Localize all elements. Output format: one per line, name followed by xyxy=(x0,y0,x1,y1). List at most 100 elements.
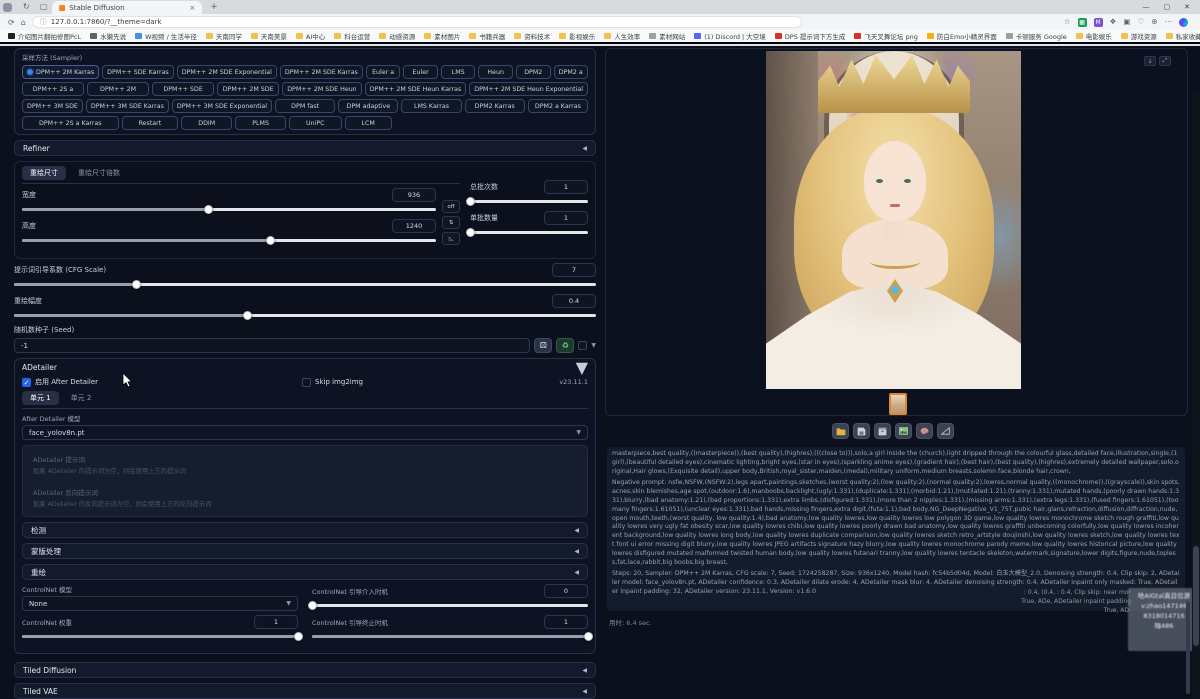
send-to-inpaint-icon[interactable] xyxy=(916,423,933,439)
controlnet-start-slider[interactable] xyxy=(312,604,588,607)
tab-unit-2[interactable]: 单元 2 xyxy=(63,391,100,405)
adetailer-accordion[interactable]: ADetailer ▼ xyxy=(22,359,588,375)
bookmark-item[interactable]: 私家收藏 xyxy=(1166,31,1200,41)
bookmark-item[interactable]: 素材网站 xyxy=(649,31,685,41)
sampler-option[interactable]: DPM++ SDE xyxy=(152,82,214,96)
sampler-option[interactable]: DPM adaptive xyxy=(338,99,398,113)
save-icon[interactable] xyxy=(853,423,870,439)
tab-unit-1[interactable]: 单元 1 xyxy=(22,391,59,405)
sampler-option[interactable]: LMS xyxy=(441,65,476,79)
detection-accordion[interactable]: 检测 ◀ xyxy=(22,522,588,538)
sampler-option[interactable]: DPM++ 2M SDE Karras xyxy=(280,65,363,79)
scrollbar-thumb[interactable] xyxy=(1193,546,1199,646)
sampler-option[interactable]: DPM fast xyxy=(275,99,335,113)
bookmark-item[interactable]: 游戏资源 xyxy=(1121,31,1157,41)
sampler-option[interactable]: DPM++ 3M SDE Exponential xyxy=(172,99,272,113)
tiled-vae-accordion[interactable]: Tiled VAE ◀ xyxy=(14,683,596,699)
sampler-option[interactable]: DPM++ 2S a xyxy=(22,82,84,96)
batch-size-value[interactable]: 1 xyxy=(544,211,588,225)
sampler-option[interactable]: DPM++ 3M SDE xyxy=(22,99,83,113)
denoise-slider[interactable] xyxy=(14,314,596,317)
favorite-star-icon[interactable]: ☆ xyxy=(1064,18,1071,26)
more-icon[interactable]: ⋯ xyxy=(1165,18,1173,26)
bookmark-item[interactable]: 影视娱乐 xyxy=(559,31,595,41)
sampler-option[interactable]: LCM xyxy=(345,116,392,130)
sampler-option[interactable]: Restart xyxy=(122,116,179,130)
cfg-slider[interactable] xyxy=(14,283,596,286)
sampler-option[interactable]: UniPC xyxy=(289,116,342,130)
site-info-icon[interactable]: ⓘ xyxy=(40,17,47,27)
bookmark-item[interactable]: 素材图片 xyxy=(424,31,460,41)
width-value[interactable]: 936 xyxy=(392,188,436,202)
info-scrollbar-thumb[interactable] xyxy=(1186,602,1190,694)
width-slider[interactable] xyxy=(22,208,436,211)
tiled-diffusion-accordion[interactable]: Tiled Diffusion ◀ xyxy=(14,662,596,678)
sampler-option[interactable]: DPM++ 2S a Karras xyxy=(22,116,119,130)
generated-image[interactable] xyxy=(766,51,1021,389)
mask-accordion[interactable]: 蒙版处理 ◀ xyxy=(22,543,588,559)
split-screen-icon[interactable]: ▣ xyxy=(1123,18,1130,26)
profile-avatar-icon[interactable] xyxy=(3,3,12,12)
bookmark-item[interactable]: 天南美景 xyxy=(251,31,287,41)
history-icon[interactable]: ❖ xyxy=(1110,18,1117,26)
extension-m-icon[interactable]: M xyxy=(1094,18,1103,27)
home-icon[interactable]: ⌂ xyxy=(21,18,26,27)
download-icon[interactable]: ↓ xyxy=(1144,56,1156,66)
swap-dimensions-icon[interactable]: ⇅ xyxy=(442,216,460,229)
denoise-value[interactable]: 0.4 xyxy=(552,294,596,308)
refiner-accordion[interactable]: Refiner ◀ xyxy=(14,140,596,156)
vertical-tabs-icon[interactable]: ▢ xyxy=(40,3,48,11)
sampler-option[interactable]: DPM++ 3M SDE Karras xyxy=(86,99,169,113)
controlnet-weight-value[interactable]: 1 xyxy=(254,615,298,629)
adetailer-prompt-textarea[interactable]: ADetailer 提示词 如果 ADetailer 的提示词为空，则会使用上方… xyxy=(29,451,581,478)
cfg-value[interactable]: 7 xyxy=(552,263,596,277)
bookmark-item[interactable]: 电影娱乐 xyxy=(1076,31,1112,41)
generation-info[interactable]: masterpiece,best quality,((masterpiece))… xyxy=(607,447,1185,611)
tab-resize-by[interactable]: 重绘尺寸倍数 xyxy=(70,166,128,180)
inpaint-accordion[interactable]: 重绘 ◀ xyxy=(22,564,588,580)
bookmark-item[interactable]: 水獭先说 xyxy=(90,31,126,41)
send-to-extras-icon[interactable] xyxy=(937,423,954,439)
bookmark-item[interactable]: 人生效率 xyxy=(604,31,640,41)
bookmark-item[interactable]: 介绍图片翻拍修图PcL xyxy=(8,31,81,41)
bookmark-item[interactable]: 飞天叉舞论坛 png xyxy=(854,31,917,41)
sampler-option[interactable]: DPM++ 2M SDE Heun xyxy=(282,82,362,96)
tab-actions-icon[interactable]: ↻ xyxy=(23,3,30,11)
fullscreen-icon[interactable]: ⤢ xyxy=(1159,56,1171,66)
sampler-option[interactable]: DPM2 a xyxy=(554,65,589,79)
controlnet-model-dropdown[interactable]: None ▼ xyxy=(22,596,298,611)
tab-resize-to[interactable]: 重绘尺寸 xyxy=(22,166,66,180)
tab-close-icon[interactable]: × xyxy=(189,4,195,12)
url-field[interactable]: ⓘ 127.0.0.1:7860/?__theme=dark xyxy=(32,16,802,28)
controlnet-end-value[interactable]: 1 xyxy=(544,615,588,629)
sampler-option[interactable]: DDIM xyxy=(181,116,232,130)
seed-input[interactable]: -1 xyxy=(14,338,530,353)
sampler-option[interactable]: Euler xyxy=(403,65,438,79)
sampler-option[interactable]: PLMS xyxy=(235,116,286,130)
new-tab-button[interactable]: + xyxy=(210,2,218,12)
sampler-option[interactable]: Heun xyxy=(478,65,513,79)
batch-count-slider[interactable] xyxy=(470,200,588,203)
maximize-button[interactable]: ▢ xyxy=(1164,3,1171,11)
save-zip-icon[interactable] xyxy=(874,423,891,439)
reuse-seed-recycle-icon[interactable]: ♻ xyxy=(556,338,574,353)
triangle-ruler-icon[interactable]: ◺ xyxy=(442,232,460,245)
copilot-icon[interactable] xyxy=(1179,18,1188,27)
bookmark-item[interactable]: W视频 / 生活半径 xyxy=(135,31,197,41)
sampler-option[interactable]: DPM++ 2M SDE Heun Karras xyxy=(365,82,467,96)
sampler-option[interactable]: DPM2 a Karras xyxy=(528,99,588,113)
aspect-off-button[interactable]: off xyxy=(442,200,460,213)
controlnet-start-value[interactable]: 0 xyxy=(544,584,588,598)
browser-tab[interactable]: Stable Diffusion × xyxy=(52,1,202,14)
open-folder-icon[interactable] xyxy=(832,423,849,439)
extra-seed-checkbox[interactable] xyxy=(578,341,587,350)
bookmark-item[interactable]: 天南同学 xyxy=(206,31,242,41)
minimize-button[interactable]: — xyxy=(1143,3,1150,11)
favorites-icon[interactable]: ♡ xyxy=(1137,18,1144,26)
height-slider[interactable] xyxy=(22,239,436,242)
sampler-option[interactable]: DPM++ 2M SDE Exponential xyxy=(177,65,277,79)
bookmark-item[interactable]: 资料技术 xyxy=(514,31,550,41)
essentials-icon[interactable]: ⊕ xyxy=(1151,18,1157,26)
sampler-option[interactable]: DPM++ 2M xyxy=(87,82,149,96)
sampler-option[interactable]: LMS Karras xyxy=(401,99,461,113)
